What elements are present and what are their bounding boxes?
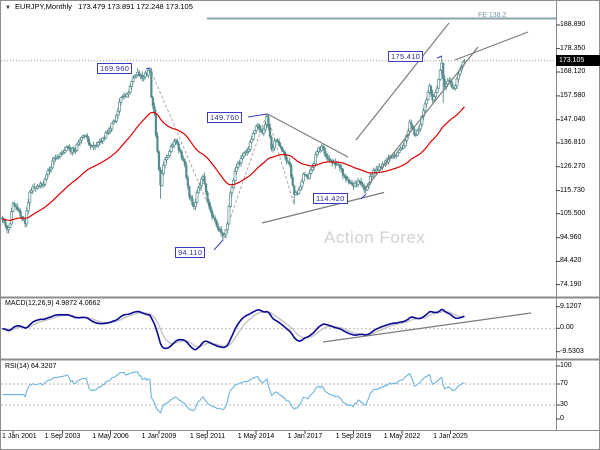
rsi-axis-label: 70: [560, 380, 568, 387]
time-axis-label: 1 May 2014: [237, 433, 275, 440]
time-axis-label: 1 May 2022: [383, 433, 421, 440]
macd-axis-label: 0.00: [560, 324, 574, 332]
price-axis-label: 147.040: [560, 115, 586, 123]
current-price-tag: 173.105: [556, 55, 600, 66]
price-axis-label: 84.420: [560, 257, 582, 265]
chart-window: ▼ EURJPY,Monthly 173.479 173.891 172.248 …: [0, 0, 600, 450]
macd-indicator-label: MACD(12,26,9) 4.9872 4.0662: [5, 300, 101, 307]
price-axis-label: 168.120: [560, 68, 586, 75]
price-axis-label: 188.890: [560, 21, 586, 28]
price-axis-label: 136.810: [560, 138, 586, 146]
time-axis-label: 1 Jan 2009: [141, 433, 177, 440]
chart-title-text: EURJPY,Monthly 173.479 173.891 172.248 1…: [14, 2, 193, 11]
time-axis-label: 1 Sep 2019: [335, 433, 372, 440]
fib-extension-label: FE 138.2: [478, 12, 507, 19]
rsi-axis-label: 100: [560, 362, 572, 369]
price-annotation-169.960[interactable]: 169.960: [97, 63, 133, 74]
price-axis-label: 178.350: [560, 44, 586, 52]
price-axis-label: 94.960: [560, 233, 582, 241]
price-axis-label: 157.580: [560, 91, 586, 99]
rsi-axis-label: 30: [560, 401, 568, 408]
watermark: Action Forex: [324, 228, 426, 247]
price-axis-label: 74.190: [560, 280, 582, 288]
price-axis-label: 115.730: [560, 186, 585, 194]
rsi-axis-label: 0: [560, 415, 564, 422]
macd-axis-label: -9.5303: [560, 347, 584, 355]
price-annotation-175.410[interactable]: 175.410: [388, 51, 424, 62]
symbol-dropdown-icon[interactable]: ▼: [5, 5, 11, 11]
chart-canvas[interactable]: [0, 0, 600, 450]
price-annotation-149.760[interactable]: 149.760: [207, 112, 243, 123]
time-axis-label: 1 Jan 2017: [287, 433, 323, 440]
price-axis-label: 105.500: [560, 209, 586, 217]
macd-axis-label: 9.1207: [560, 302, 582, 310]
time-axis-label: 1 Sep 2003: [44, 433, 81, 440]
time-axis-label: 1 Sep 2011: [189, 433, 226, 440]
price-annotation-114.420[interactable]: 114.420: [313, 193, 348, 204]
time-axis-label: 1 Jan 2001: [2, 433, 37, 440]
chart-title: ▼ EURJPY,Monthly 173.479 173.891 172.248 …: [5, 3, 193, 12]
time-axis-label: 1 Jan 2025: [433, 433, 468, 440]
price-annotation-94.110[interactable]: 94.110: [175, 247, 206, 258]
time-axis-label: 1 May 2006: [92, 433, 129, 440]
price-axis-label: 126.270: [560, 162, 586, 170]
rsi-indicator-label: RSI(14) 64.3207: [5, 363, 57, 370]
